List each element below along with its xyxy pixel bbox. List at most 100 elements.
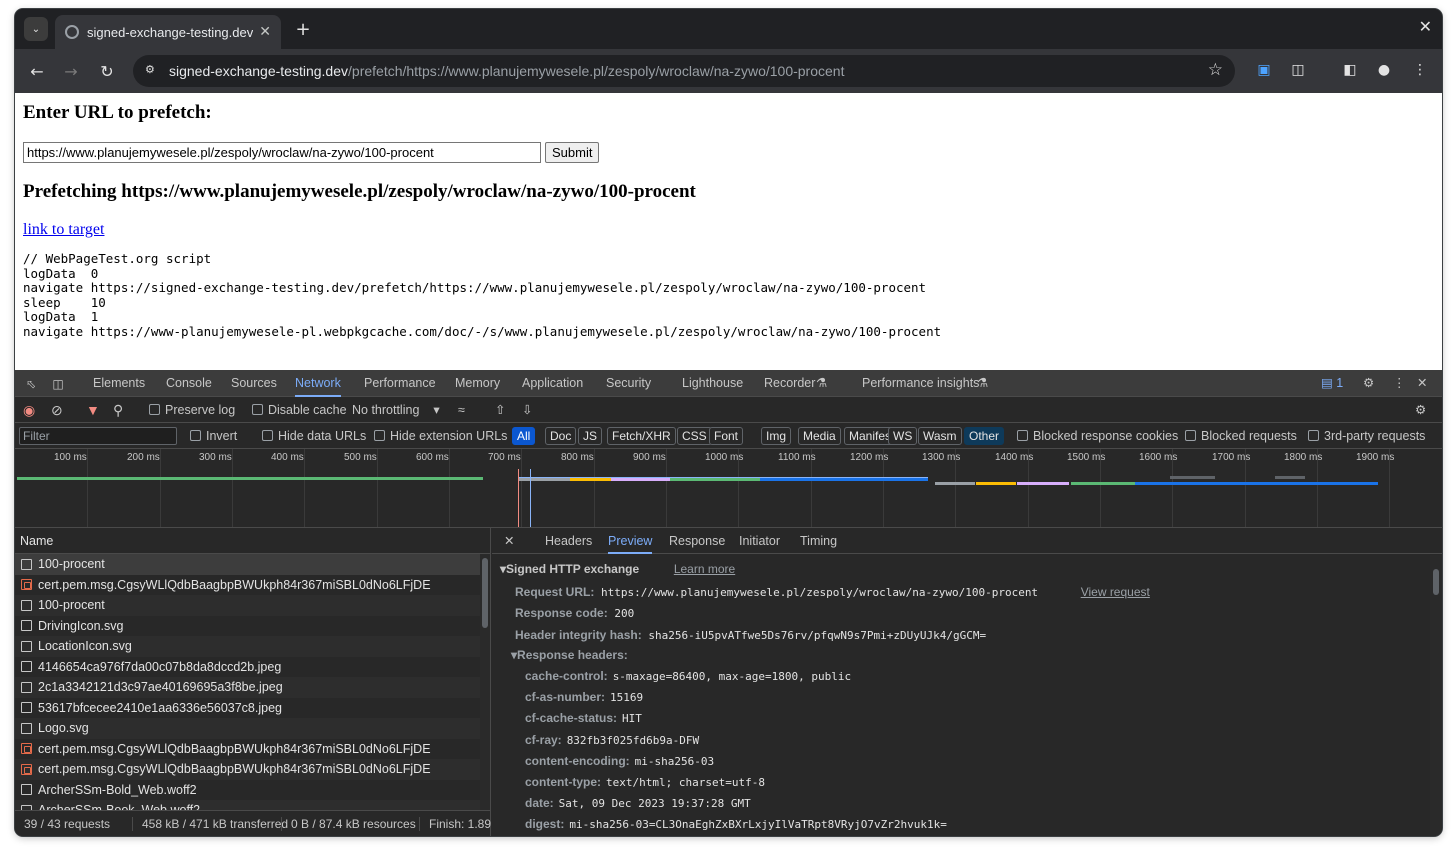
import-har-icon[interactable]: ⇧: [495, 397, 505, 423]
request-row[interactable]: 4146654ca976f7da00c07b8da8dccd2b.jpeg: [15, 657, 490, 678]
devtools-tab-lighthouse[interactable]: Lighthouse: [682, 370, 743, 397]
arrow-right-icon: →: [64, 61, 78, 81]
devtools-close-icon[interactable]: ✕: [1417, 370, 1427, 397]
request-row[interactable]: 2c1a3342121d3c97ae40169695a3f8be.jpeg: [15, 677, 490, 698]
timeline-event-marker: [530, 469, 531, 527]
devtools-tab-performance[interactable]: Performance: [364, 370, 436, 397]
window-close-button[interactable]: ✕: [1419, 17, 1432, 36]
request-row[interactable]: 100-procent: [15, 554, 490, 575]
side-panel-icon[interactable]: ◧: [1339, 59, 1361, 81]
devtools-tab-performance-insights[interactable]: Performance insights: [862, 370, 979, 397]
issues-badge[interactable]: ▤ 1: [1321, 370, 1343, 397]
request-row[interactable]: Logo.svg: [15, 718, 490, 739]
filter-chip-js[interactable]: JS: [578, 427, 603, 445]
devtools-tab-recorder[interactable]: Recorder: [764, 370, 815, 397]
sxg-section[interactable]: ▾Signed HTTP exchange Learn more: [500, 559, 735, 579]
extension-icon[interactable]: ▣: [1253, 59, 1275, 81]
filter-chip-other[interactable]: Other: [964, 427, 1005, 445]
device-toolbar-icon[interactable]: ◫: [50, 376, 66, 392]
request-row[interactable]: cert.pem.msg.CgsyWLlQdbBaagbpBWUkph84r36…: [15, 759, 490, 780]
link-to-target[interactable]: link to target: [23, 221, 104, 239]
network-overview-timeline[interactable]: 100 ms 200 ms 300 ms 400 ms 500 ms 600 ms 700 …: [15, 449, 1442, 528]
details-tab-response[interactable]: Response: [669, 528, 725, 554]
response-header-row: content-type: text/html; charset=utf-8: [525, 772, 765, 792]
filter-chip-doc[interactable]: Doc: [545, 427, 577, 445]
request-row[interactable]: ArcherSSm-Bold_Web.woff2: [15, 780, 490, 801]
request-list-scrollbar[interactable]: [480, 554, 490, 810]
address-bar[interactable]: ⚙ signed-exchange-testing.dev/prefetch/h…: [133, 55, 1235, 87]
filter-chip-fetchxhr[interactable]: Fetch/XHR: [607, 427, 676, 445]
devtools-tab-sources[interactable]: Sources: [231, 370, 277, 397]
filter-funnel-icon[interactable]: ▼: [86, 397, 100, 423]
network-settings-icon[interactable]: ⚙: [1415, 397, 1426, 423]
devtools-tab-application[interactable]: Application: [522, 370, 583, 397]
hide-data-urls-checkbox[interactable]: Hide data URLs: [262, 423, 366, 449]
request-row[interactable]: 100-procent: [15, 595, 490, 616]
request-row[interactable]: cert.pem.msg.CgsyWLlQdbBaagbpBWUkph84r36…: [15, 575, 490, 596]
filter-chip-ws[interactable]: WS: [888, 427, 918, 445]
hide-extension-urls-checkbox[interactable]: Hide extension URLs: [374, 423, 507, 449]
request-row[interactable]: DrivingIcon.svg: [15, 616, 490, 637]
scrollbar-thumb[interactable]: [1433, 569, 1439, 595]
devtools-tab-elements[interactable]: Elements: [93, 370, 145, 397]
site-settings-icon[interactable]: ⚙: [145, 63, 161, 79]
tab-close-icon[interactable]: ✕: [259, 24, 271, 40]
request-row[interactable]: 53617bfcecee2410e1aa6336e56037c8.jpeg: [15, 698, 490, 719]
profile-avatar-icon[interactable]: ●: [1373, 59, 1395, 81]
scrollbar-thumb[interactable]: [482, 558, 488, 628]
bookmark-star-icon[interactable]: ☆: [1208, 60, 1223, 80]
forward-button[interactable]: →: [59, 59, 83, 83]
devtools-tab-network[interactable]: Network: [295, 370, 341, 397]
devtools-tab-memory[interactable]: Memory: [455, 370, 500, 397]
devtools-tab-console[interactable]: Console: [166, 370, 212, 397]
filter-chip-wasm[interactable]: Wasm: [918, 427, 962, 445]
request-row[interactable]: LocationIcon.svg: [15, 636, 490, 657]
devtools-more-icon[interactable]: ⋮: [1393, 370, 1406, 397]
learn-more-link[interactable]: Learn more: [674, 562, 735, 576]
search-icon[interactable]: ⚲: [113, 397, 123, 423]
back-button[interactable]: ←: [25, 59, 49, 83]
view-request-link[interactable]: View request: [1081, 585, 1150, 599]
network-conditions-icon[interactable]: ≈: [458, 397, 465, 423]
invert-checkbox[interactable]: Invert: [190, 423, 237, 449]
throttling-value: No throttling: [352, 403, 420, 417]
preserve-log-checkbox[interactable]: Preserve log: [149, 397, 235, 423]
details-tab-timing[interactable]: Timing: [800, 528, 837, 554]
record-stop-icon[interactable]: ◉: [23, 397, 35, 423]
third-party-checkbox[interactable]: 3rd-party requests: [1308, 423, 1425, 449]
blocked-response-cookies-checkbox[interactable]: Blocked response cookies: [1017, 423, 1178, 449]
response-header-row: cf-ray: 832fb3f025fd6b9a-DFW: [525, 730, 699, 750]
settings-gear-icon[interactable]: ⚙: [1363, 370, 1374, 397]
throttling-select[interactable]: No throttling ▾: [352, 397, 440, 423]
blocked-requests-checkbox[interactable]: Blocked requests: [1185, 423, 1297, 449]
url-input[interactable]: [23, 142, 541, 163]
new-tab-button[interactable]: +: [291, 17, 315, 41]
export-har-icon[interactable]: ⇩: [522, 397, 532, 423]
filter-input[interactable]: Filter: [19, 427, 177, 445]
filter-chip-media[interactable]: Media: [798, 427, 841, 445]
response-headers-section[interactable]: ▾Response headers:: [511, 645, 628, 665]
filter-chip-all[interactable]: All: [512, 427, 536, 445]
extensions-puzzle-icon[interactable]: ◫: [1287, 59, 1309, 81]
tab-search-button[interactable]: ⌄: [24, 17, 48, 41]
disable-cache-checkbox[interactable]: Disable cache: [252, 397, 347, 423]
name-column-header[interactable]: Name: [15, 528, 490, 554]
devtools-tab-security[interactable]: Security: [606, 370, 651, 397]
clear-icon[interactable]: ⊘: [51, 397, 63, 423]
browser-tab[interactable]: signed-exchange-testing.dev ✕: [55, 15, 281, 49]
request-row[interactable]: cert.pem.msg.CgsyWLlQdbBaagbpBWUkph84r36…: [15, 739, 490, 760]
reload-button[interactable]: ↻: [95, 59, 119, 83]
details-tab-initiator[interactable]: Initiator: [739, 528, 780, 554]
filter-chip-img[interactable]: Img: [761, 427, 792, 445]
details-tab-preview[interactable]: Preview: [608, 528, 653, 554]
details-scrollbar[interactable]: [1430, 555, 1442, 836]
filter-chip-font[interactable]: Font: [709, 427, 744, 445]
submit-button[interactable]: Submit: [545, 142, 600, 163]
details-tab-headers[interactable]: Headers: [545, 528, 592, 554]
more-menu-icon[interactable]: ⋮: [1409, 59, 1431, 81]
timeline-tick-label: 800 ms: [561, 452, 594, 463]
filter-chip-css[interactable]: CSS: [677, 427, 712, 445]
inspect-element-icon[interactable]: ⬁: [23, 376, 39, 392]
details-close-icon[interactable]: ✕: [504, 528, 514, 554]
checkbox-icon: [374, 430, 385, 441]
